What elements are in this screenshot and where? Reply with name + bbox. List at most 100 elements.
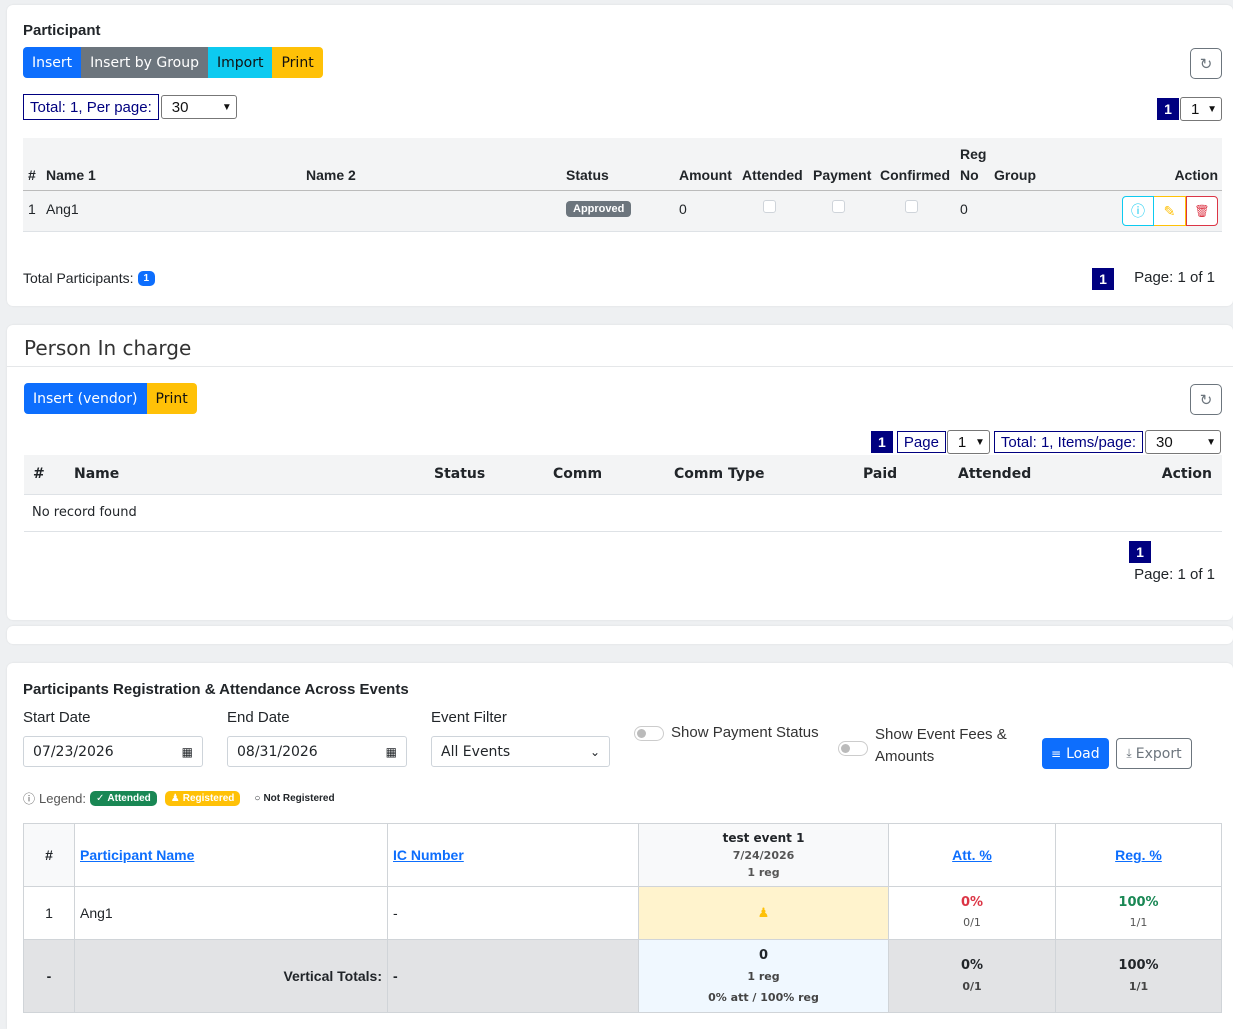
chevron-down-icon: ▼ [221, 101, 232, 113]
delete-button[interactable]: 🗑 [1186, 196, 1218, 226]
pic-page-select[interactable]: 1 ▼ [946, 430, 990, 454]
chevron-down-icon: ⌄ [589, 744, 600, 759]
att-col-reg-pct: Reg. % [1055, 823, 1222, 887]
totals-att-frac-value: 0/1 [962, 980, 982, 993]
pic-paging-controls: 1 Page 1 ▼ Total: 1, Items/page: 30 ▼ [870, 430, 1221, 454]
attendance-card: Participants Registration & Attendance A… [7, 663, 1233, 1029]
status-badge: Approved [566, 201, 632, 217]
sort-participant-name-link[interactable]: Participant Name [80, 847, 194, 863]
vertical-totals-label: Vertical Totals: [74, 939, 388, 1013]
pic-footer-page-number[interactable]: 1 [1129, 541, 1151, 563]
payment-status-toggle[interactable] [634, 726, 664, 741]
pic-print-button[interactable]: Print [146, 383, 197, 414]
refresh-button[interactable]: ↻ [1190, 48, 1222, 79]
col-reg-no-bottom[interactable]: No [960, 167, 979, 183]
insert-by-group-button[interactable]: Insert by Group [81, 47, 209, 78]
insert-button[interactable]: Insert [23, 47, 82, 78]
col-name1[interactable]: Name 1 [46, 167, 96, 183]
info-icon: ⓘ [1131, 203, 1145, 219]
att-row-ic: - [387, 886, 639, 940]
row-reg-no: 0 [960, 201, 968, 217]
totals-ic: - [387, 939, 639, 1013]
legend-registered-badge: ♟ Registered [164, 791, 241, 806]
person-icon: ♟ [170, 793, 180, 804]
col-status[interactable]: Status [566, 167, 609, 183]
show-payment-status-label: Show Payment Status [671, 724, 819, 741]
trash-icon: 🗑 [1194, 204, 1210, 218]
attended-checkbox[interactable] [763, 200, 776, 213]
pic-refresh-button[interactable]: ↻ [1190, 384, 1222, 415]
start-date-label: Start Date [23, 709, 91, 726]
participant-table-header: # Name 1 Name 2 Status Amount Attended P… [23, 138, 1222, 191]
totals-event-summary: 0% att / 100% reg [708, 990, 819, 1004]
pic-toolbar: Insert (vendor) Print [24, 383, 197, 414]
pic-col-comm-type[interactable]: Comm Type [674, 466, 764, 482]
export-button[interactable]: ⤓ Export [1116, 738, 1192, 769]
info-button[interactable]: ⓘ [1122, 196, 1154, 226]
event-fees-toggle[interactable] [838, 741, 868, 756]
end-date-label: End Date [227, 709, 290, 726]
circle-icon: ○ [254, 793, 261, 804]
reg-frac-value: 1/1 [1129, 916, 1148, 929]
sort-ic-number-link[interactable]: IC Number [393, 847, 464, 863]
col-group[interactable]: Group [994, 167, 1036, 183]
legend-not-registered-badge: ○ Not Registered [248, 791, 340, 806]
pic-col-paid[interactable]: Paid [863, 466, 897, 482]
totals-num: - [23, 939, 75, 1013]
row-amount: 0 [679, 201, 687, 217]
sort-att-pct-link[interactable]: Att. % [952, 847, 992, 863]
person-icon: ♟ [757, 905, 770, 920]
attendance-header-row: # Participant Name IC Number test event … [23, 823, 1222, 887]
pic-items-per-page-select[interactable]: 30 ▼ [1145, 430, 1221, 454]
reg-pct-value: 100% [1118, 895, 1159, 910]
page-number-button[interactable]: 1 [1157, 98, 1179, 120]
table-row: 1 Ang1 Approved 0 0 ⓘ ✎ 🗑 [23, 191, 1222, 232]
payment-checkbox[interactable] [832, 200, 845, 213]
att-pct-value: 0% [960, 895, 984, 910]
insert-vendor-button[interactable]: Insert (vendor) [24, 383, 147, 414]
registered-cell[interactable]: ♟ [638, 886, 889, 940]
totals-att-pct-value: 0% [960, 958, 984, 973]
col-confirmed[interactable]: Confirmed [880, 167, 950, 183]
totals-reg-frac-value: 1/1 [1128, 980, 1149, 993]
start-date-value: 07/23/2026 [33, 743, 114, 760]
pic-total-items-label: Total: 1, Items/page: [993, 431, 1143, 453]
total-participants: Total Participants: 1 [23, 270, 156, 286]
pic-items-per-page-value: 30 [1156, 433, 1173, 451]
col-name2[interactable]: Name 2 [306, 167, 356, 183]
col-reg-no-top[interactable]: Reg [960, 146, 986, 162]
end-date-value: 08/31/2026 [237, 743, 318, 760]
pic-col-status[interactable]: Status [434, 466, 485, 482]
end-date-input[interactable]: 08/31/2026 ▦ [227, 736, 407, 767]
footer-page-number[interactable]: 1 [1092, 268, 1114, 290]
start-date-input[interactable]: 07/23/2026 ▦ [23, 736, 203, 767]
per-page-select[interactable]: 30 ▼ [160, 95, 237, 119]
totals-reg-pct: 100% 1/1 [1055, 939, 1222, 1013]
totals-event-cell: 0 1 reg 0% att / 100% reg [638, 939, 889, 1013]
attendance-title: Participants Registration & Attendance A… [23, 681, 409, 698]
pic-col-action: Action [1161, 466, 1212, 482]
page-select[interactable]: 1 ▼ [1180, 97, 1222, 121]
col-amount[interactable]: Amount [679, 167, 732, 183]
edit-button[interactable]: ✎ [1154, 196, 1186, 226]
att-row-att-pct: 0% 0/1 [888, 886, 1056, 940]
load-button-label: Load [1066, 745, 1100, 762]
pic-page-number[interactable]: 1 [870, 431, 893, 453]
import-button[interactable]: Import [208, 47, 273, 78]
pic-footer-page-text: Page: 1 of 1 [1134, 566, 1215, 583]
print-button[interactable]: Print [272, 47, 323, 78]
confirmed-checkbox[interactable] [905, 200, 918, 213]
show-event-fees-label-line1: Show Event Fees & [875, 726, 1007, 743]
calendar-icon: ▦ [181, 744, 193, 759]
pic-col-name[interactable]: Name [74, 466, 119, 482]
col-payment[interactable]: Payment [813, 167, 871, 183]
pic-col-attended[interactable]: Attended [958, 466, 1031, 482]
pic-col-comm[interactable]: Comm [553, 466, 602, 482]
person-in-charge-title: Person In charge [24, 336, 192, 360]
col-attended[interactable]: Attended [742, 167, 803, 183]
total-per-page-label: Total: 1, Per page: [23, 94, 159, 120]
row-name1: Ang1 [46, 201, 79, 217]
event-filter-select[interactable]: All Events ⌄ [431, 736, 610, 767]
sort-reg-pct-link[interactable]: Reg. % [1115, 847, 1162, 863]
load-button[interactable]: ≡ Load [1042, 738, 1109, 769]
